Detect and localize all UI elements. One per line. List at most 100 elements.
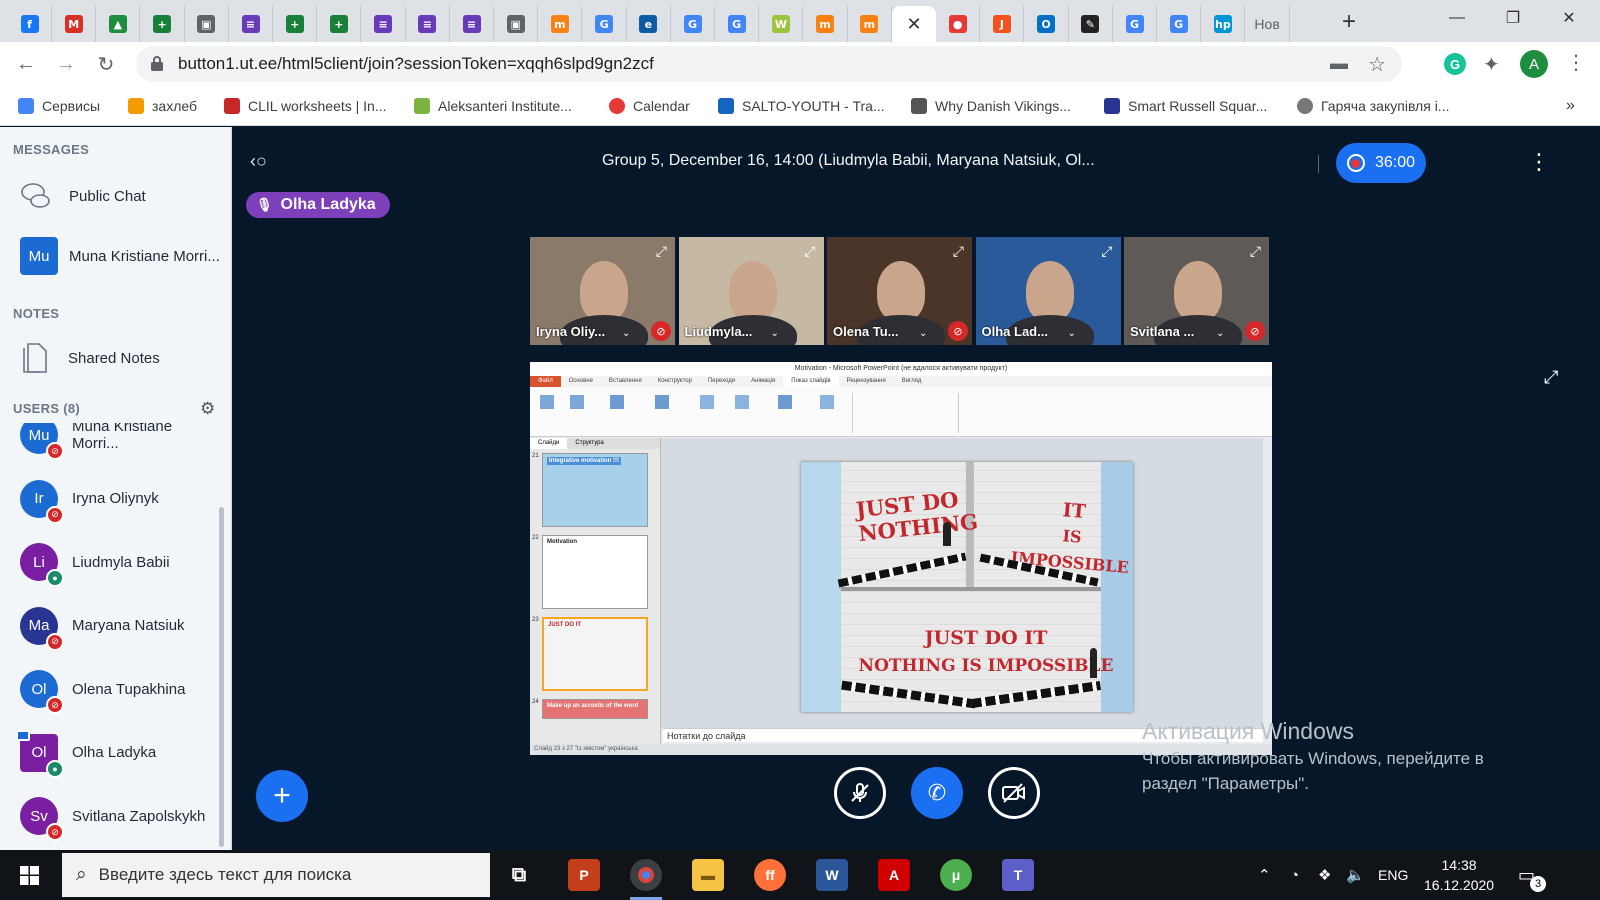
browser-tab[interactable]: ≡ — [450, 6, 494, 42]
fullscreen-icon[interactable]: ⤢ — [656, 243, 667, 260]
input-language[interactable]: ENG — [1378, 850, 1408, 900]
slide-thumbnail[interactable]: 21 Integrative motivation !!! — [530, 449, 660, 531]
browser-tab[interactable]: ≡ — [362, 6, 406, 42]
presentation-area[interactable]: Motivation - Microsoft PowerPoint (не вд… — [530, 362, 1272, 755]
fullscreen-icon[interactable]: ⤢ — [1250, 243, 1261, 260]
unmute-button[interactable] — [834, 767, 886, 819]
browser-tab[interactable]: m — [804, 6, 848, 42]
browser-tab[interactable]: ● — [936, 6, 981, 42]
taskbar-search[interactable]: ⌕ Введите здесь текст для поиска — [62, 853, 490, 897]
video-tile[interactable]: ⤢ Svitlana ... ⌄ ⊘ — [1124, 237, 1269, 345]
slide-thumbnail[interactable]: 24 Make up an acrostic of the word — [530, 695, 660, 719]
browser-tab[interactable]: e — [627, 6, 671, 42]
actions-plus-button[interactable]: + — [256, 770, 308, 822]
browser-tab[interactable]: hp — [1201, 6, 1246, 42]
restore-icon[interactable]: ❐ — [1490, 0, 1536, 36]
powerpoint-icon[interactable]: P — [568, 859, 600, 891]
user-list-item[interactable]: Ma ⊘ Maryana Natsiuk — [20, 604, 220, 651]
bookmark-item[interactable]: Гаряча закупівля і... — [1297, 96, 1449, 116]
chevron-down-icon[interactable]: ⌄ — [622, 328, 630, 339]
browser-tab[interactable]: ≡ — [229, 6, 273, 42]
profile-avatar[interactable]: A — [1520, 50, 1548, 78]
browser-tab[interactable]: G — [1157, 6, 1202, 42]
bookmark-item[interactable]: Aleksanteri Institute... — [414, 96, 572, 116]
file-explorer-icon[interactable]: ▬ — [692, 859, 724, 891]
windows-start-icon[interactable] — [20, 866, 39, 885]
camera-icon[interactable]: ▬ — [1330, 53, 1348, 74]
fullscreen-icon[interactable]: ⤢ — [1544, 367, 1558, 388]
fullscreen-icon[interactable]: ⤢ — [953, 243, 964, 260]
grammarly-icon[interactable]: G — [1444, 53, 1466, 75]
video-label[interactable]: Liudmyla... — [685, 324, 753, 339]
public-chat-item[interactable]: Public Chat — [0, 170, 228, 222]
bookmark-item[interactable]: Why Danish Vikings... — [911, 96, 1071, 116]
settings-gear-icon[interactable]: ⚙ — [200, 399, 215, 419]
browser-tab[interactable]: O — [1025, 6, 1069, 42]
acrobat-icon[interactable]: A — [878, 859, 910, 891]
browser-tab[interactable]: M — [52, 6, 97, 42]
video-tile[interactable]: ⤢ Iryna Oliy... ⌄ ⊘ — [530, 237, 675, 345]
leave-audio-button[interactable]: ✆ — [911, 767, 963, 819]
browser-tab[interactable]: Нов — [1246, 6, 1290, 42]
minimize-icon[interactable]: — — [1434, 0, 1480, 36]
browser-tab[interactable]: ✕ — [892, 6, 936, 42]
new-tab-icon[interactable]: + — [1335, 8, 1363, 36]
video-tile[interactable]: ⤢ Liudmyla... ⌄ — [678, 237, 824, 345]
browser-tab[interactable]: m — [538, 6, 583, 42]
clock[interactable]: 14:38 16.12.2020 — [1424, 850, 1494, 900]
utorrent-icon[interactable]: μ — [940, 859, 972, 891]
chrome-icon[interactable] — [630, 859, 662, 891]
task-view-icon[interactable]: ⧉ — [503, 859, 535, 891]
recording-button[interactable]: 36:00 — [1336, 143, 1426, 183]
current-slide[interactable]: JUST DO NOTHING IT IS IMPOSSIBLE JUST DO I… — [801, 462, 1133, 712]
bookmark-item[interactable]: Сервисы — [18, 96, 100, 116]
show-hidden-icons[interactable]: ⌃ — [1258, 850, 1271, 900]
fullscreen-icon[interactable]: ⤢ — [1101, 243, 1112, 260]
close-icon[interactable]: ✕ — [906, 14, 921, 35]
chevron-down-icon[interactable]: ⌄ — [1068, 328, 1076, 339]
back-icon[interactable]: ← — [12, 50, 40, 78]
private-chat-item[interactable]: Mu Muna Kristiane Morri... — [0, 230, 228, 282]
toggle-userlist-icon[interactable]: ‹○ — [250, 151, 267, 172]
star-icon[interactable]: ☆ — [1368, 52, 1386, 77]
video-tile[interactable]: ⤢ Olena Tu... ⌄ ⊘ — [827, 237, 972, 345]
word-icon[interactable]: W — [816, 859, 848, 891]
browser-tab[interactable]: + — [273, 6, 318, 42]
browser-tab[interactable]: G — [671, 6, 715, 42]
chevron-down-icon[interactable]: ⌄ — [1216, 328, 1224, 339]
close-window-icon[interactable]: ✕ — [1546, 0, 1592, 36]
options-menu-icon[interactable]: ⋮ — [1528, 149, 1550, 175]
user-list-item[interactable]: Ol ● Olha Ladyka — [16, 729, 220, 778]
chrome-menu-icon[interactable]: ⋮ — [1566, 50, 1586, 75]
browser-tab[interactable]: J — [980, 6, 1025, 42]
user-list-item[interactable]: Sv ⊘ Svitlana Zapolskykh — [20, 794, 220, 841]
more-bookmarks-icon[interactable]: » — [1566, 96, 1575, 116]
teams-icon[interactable]: T — [1002, 859, 1034, 891]
browser-tab[interactable]: G — [1113, 6, 1157, 42]
firefox-icon[interactable]: ff — [754, 859, 786, 891]
bookmark-item[interactable]: захлеб — [128, 96, 197, 116]
shared-notes-item[interactable]: Shared Notes — [0, 332, 228, 384]
browser-tab[interactable]: f — [8, 6, 52, 42]
wifi-icon[interactable]: ◔ — [1290, 850, 1299, 900]
slide-thumbnail[interactable]: 22 Motivation — [530, 531, 660, 613]
browser-tab[interactable]: G — [715, 6, 760, 42]
browser-tab[interactable]: + — [141, 6, 185, 42]
extensions-icon[interactable]: ✦ — [1483, 52, 1500, 77]
bookmark-item[interactable]: Smart Russell Squar... — [1104, 96, 1267, 116]
user-list-scrollbar[interactable] — [219, 507, 224, 847]
share-webcam-button[interactable] — [988, 767, 1040, 819]
user-list-item[interactable]: Mu ⊘ Muna Kristiane Morri... — [20, 423, 220, 460]
address-bar[interactable]: button1.ut.ee/html5client/join?sessionTo… — [136, 46, 1402, 82]
bookmark-item[interactable]: CLIL worksheets | In... — [224, 96, 387, 116]
chevron-down-icon[interactable]: ⌄ — [771, 328, 779, 339]
user-list-item[interactable]: Ir ⊘ Iryna Oliynyk — [20, 477, 220, 524]
browser-tab[interactable]: ▣ — [185, 6, 229, 42]
browser-tab[interactable]: ▣ — [494, 6, 539, 42]
volume-icon[interactable]: 🔈 — [1346, 850, 1365, 900]
browser-tab[interactable]: m — [848, 6, 892, 42]
reload-icon[interactable]: ↻ — [92, 50, 120, 78]
bookmark-item[interactable]: SALTO-YOUTH - Tra... — [718, 96, 885, 116]
video-label[interactable]: Olena Tu... — [833, 324, 899, 339]
bookmark-item[interactable]: Calendar — [609, 96, 690, 116]
